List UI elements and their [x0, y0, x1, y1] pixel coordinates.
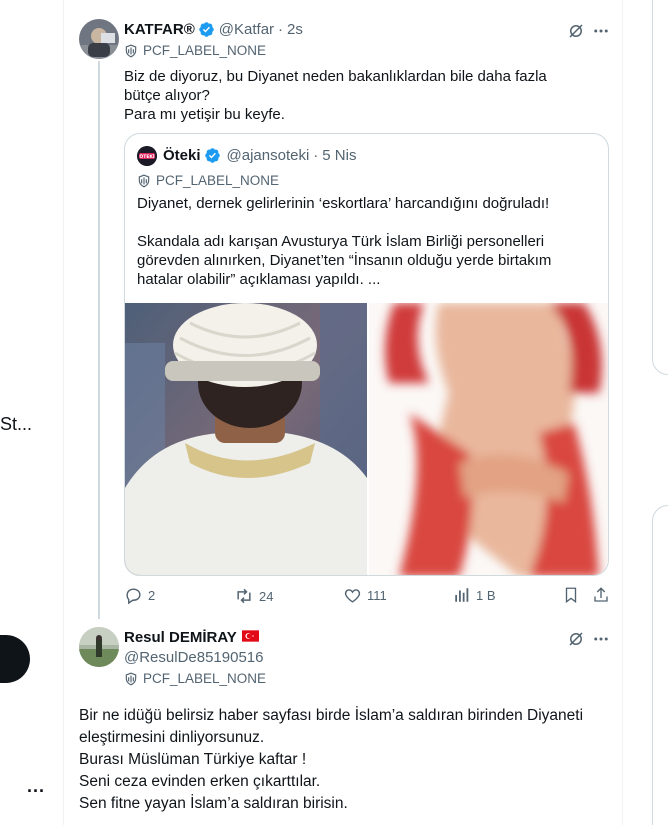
tweet2-label: PCF_LABEL_NONE: [124, 671, 266, 686]
tweet1-text: Biz de diyoruz, bu Diyanet neden bakanlı…: [124, 68, 547, 123]
quote-timestamp[interactable]: 5 Nis: [322, 147, 356, 164]
quote-author-name[interactable]: Öteki: [163, 147, 201, 164]
quote-headline: Diyanet, dernek gelirlerinin ‘eskortlara…: [137, 195, 550, 212]
author-name[interactable]: Resul DEMİRAY: [124, 629, 237, 646]
share-button[interactable]: [592, 586, 615, 604]
more-dots-icon[interactable]: [591, 21, 611, 41]
label-text: PCF_LABEL_NONE: [143, 671, 267, 686]
action-bar: 2 24 111 1 B: [124, 586, 610, 608]
more-dots-icon[interactable]: [591, 629, 611, 649]
quote-author-handle[interactable]: @ajansoteki: [227, 147, 310, 164]
author-handle[interactable]: @Katfar: [219, 21, 274, 38]
label-text: PCF_LABEL_NONE: [156, 173, 280, 188]
shield-label-icon: [125, 672, 137, 685]
author-name[interactable]: KATFAR®: [124, 21, 195, 38]
man-in-turban-image[interactable]: [125, 303, 367, 575]
quote-header: Öteki @ajansoteki · 5 Nis: [163, 147, 356, 164]
quoted-tweet-card[interactable]: ÖTEKİ Öteki @ajansoteki · 5 Nis PCF_LABE…: [124, 133, 609, 576]
separator-dot: ·: [313, 147, 319, 164]
like-count: 111: [367, 588, 387, 603]
shield-label-icon: [138, 174, 150, 187]
repost-button[interactable]: 24: [234, 586, 273, 606]
quote-label: PCF_LABEL_NONE: [137, 173, 279, 188]
separator-dot: ·: [278, 21, 284, 38]
repost-count: 24: [259, 588, 274, 604]
truncated-sidebar-text[interactable]: St...: [0, 414, 32, 435]
woman-red-dress-image[interactable]: [367, 303, 608, 575]
quote-body: Skandala adı karışan Avusturya Türk İsla…: [137, 233, 552, 288]
right-panel-card-top: [652, 0, 668, 375]
slash-circle-icon[interactable]: [566, 21, 586, 41]
like-icon: [344, 589, 361, 603]
views-button[interactable]: 1 B: [453, 586, 496, 604]
turkey-flag-icon: [241, 629, 259, 646]
avatar-resul[interactable]: [79, 627, 119, 667]
post-button-fragment[interactable]: [0, 635, 30, 683]
bookmark-icon: [565, 587, 577, 604]
quote-media[interactable]: [125, 303, 608, 575]
reply-button[interactable]: 2: [124, 586, 155, 605]
reply-count: 2: [148, 588, 156, 603]
timestamp[interactable]: 2s: [287, 21, 303, 38]
views-icon: [455, 588, 469, 602]
label-text: PCF_LABEL_NONE: [143, 43, 267, 58]
share-icon: [594, 587, 608, 602]
author-handle[interactable]: @ResulDe85190516: [124, 649, 264, 666]
right-panel-card-bottom: [652, 505, 668, 825]
tweet2-text: Bir ne idüğü belirsiz haber sayfası bird…: [79, 707, 584, 812]
like-button[interactable]: 111: [343, 586, 387, 605]
reply-icon: [126, 588, 141, 605]
shield-label-icon: [125, 44, 137, 57]
avatar-katfar[interactable]: [79, 19, 119, 59]
svg-text:ÖTEKİ: ÖTEKİ: [139, 153, 154, 160]
more-options-dots[interactable]: ...: [27, 776, 45, 797]
tweet1-header: KATFAR® @Katfar · 2s: [124, 21, 303, 38]
repost-icon: [237, 588, 251, 604]
views-count: 1 B: [476, 587, 496, 603]
tweet1-label: PCF_LABEL_NONE: [124, 43, 266, 58]
verified-badge-icon: [204, 147, 221, 164]
column-border-left: [63, 0, 64, 825]
thread-connector-line: [98, 61, 100, 619]
column-border-right: [622, 0, 623, 825]
avatar-oteki[interactable]: ÖTEKİ: [137, 146, 157, 166]
tweet2-handle-row: @ResulDe85190516: [124, 649, 264, 666]
verified-badge-icon: [198, 21, 215, 38]
tweet2-header: Resul DEMİRAY: [124, 629, 259, 646]
slash-circle-icon[interactable]: [566, 629, 586, 649]
bookmark-button[interactable]: [562, 586, 585, 604]
